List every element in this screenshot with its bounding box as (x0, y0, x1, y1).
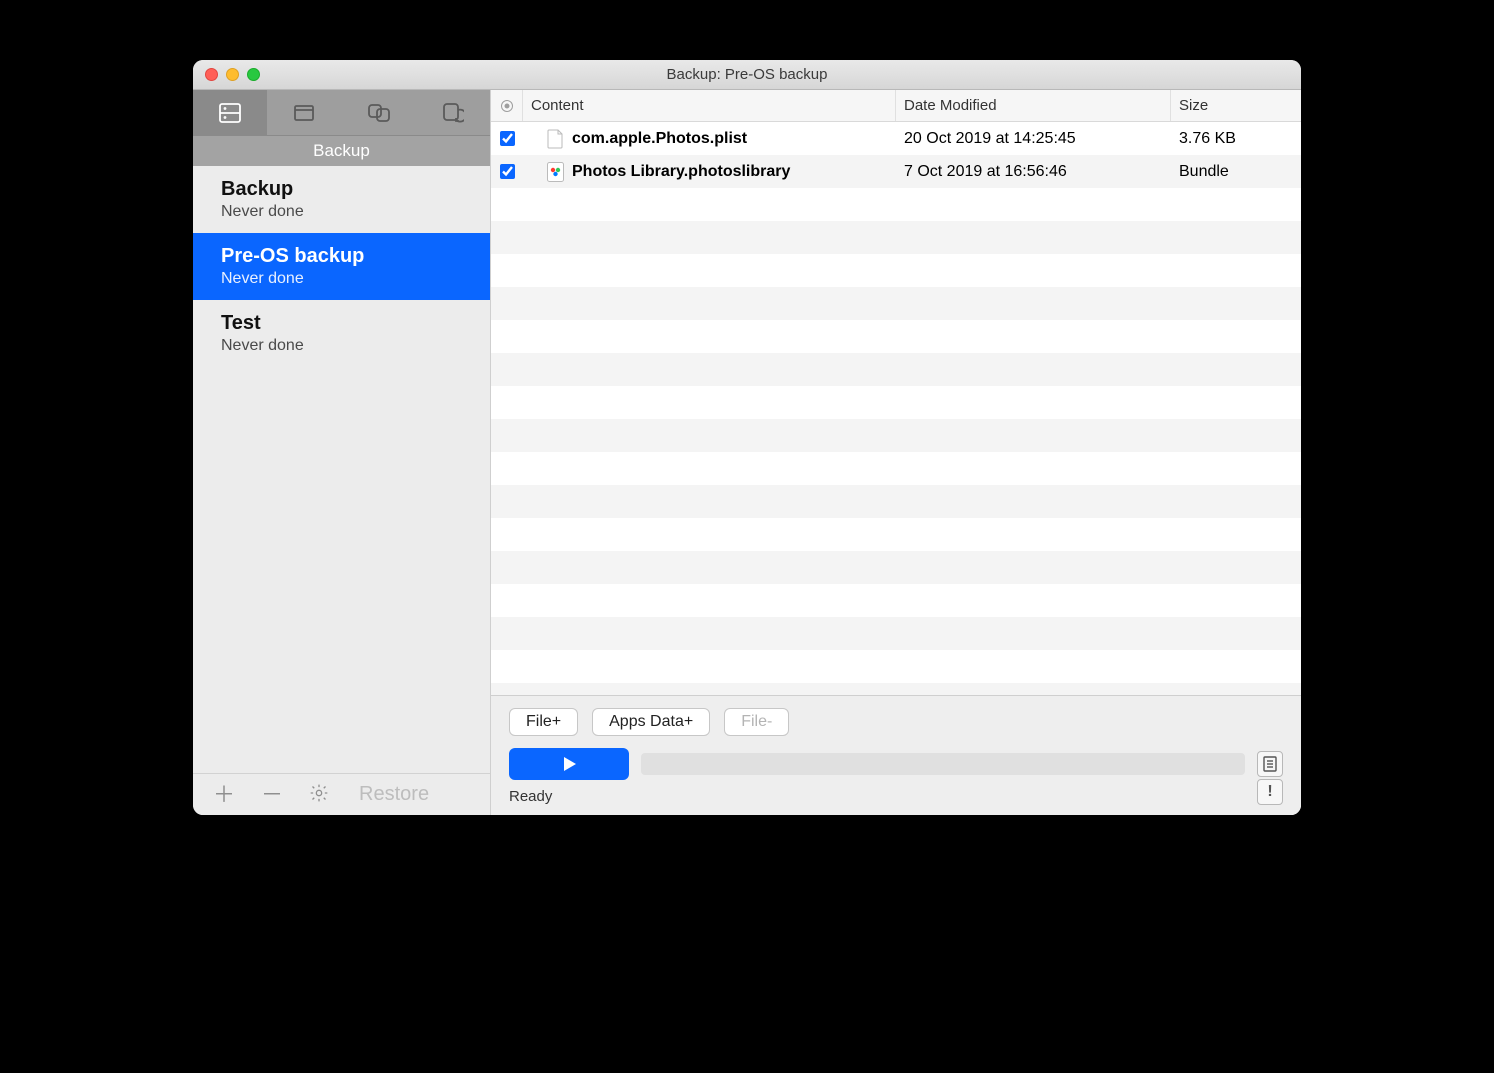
window-title: Backup: Pre-OS backup (193, 66, 1301, 83)
table-row-empty (491, 551, 1301, 584)
file-add-button[interactable]: File+ (509, 708, 578, 736)
radio-header-icon[interactable] (491, 90, 523, 121)
apps-data-button[interactable]: Apps Data+ (592, 708, 710, 736)
settings-icon[interactable] (309, 783, 329, 807)
status-label: Ready (509, 788, 1283, 805)
table-body: com.apple.Photos.plist 20 Oct 2019 at 14:… (491, 122, 1301, 695)
table-row-empty (491, 584, 1301, 617)
file-size: 3.76 KB (1171, 122, 1301, 155)
table-header: Content Date Modified Size (491, 90, 1301, 122)
tab-schedule[interactable] (416, 90, 490, 135)
col-size[interactable]: Size (1171, 90, 1301, 121)
restore-button[interactable]: Restore (359, 783, 429, 806)
table-row-empty (491, 419, 1301, 452)
nav-item-title: Test (221, 312, 468, 335)
table-row-empty (491, 518, 1301, 551)
sidebar-section-label: Backup (193, 136, 490, 166)
table-row-empty (491, 485, 1301, 518)
table-row-empty (491, 386, 1301, 419)
run-button[interactable] (509, 748, 629, 780)
alert-icon[interactable]: ! (1257, 779, 1283, 805)
file-name: com.apple.Photos.plist (572, 130, 747, 148)
row-checkbox[interactable] (500, 164, 515, 179)
table-row-empty (491, 320, 1301, 353)
file-button-row: File+ Apps Data+ File- (509, 708, 1283, 736)
main-panel: Content Date Modified Size com.apple.Pho… (491, 90, 1301, 815)
table-row[interactable]: Photos Library.photoslibrary 7 Oct 2019 a… (491, 155, 1301, 188)
nav-item-subtitle: Never done (221, 270, 468, 288)
tab-sync[interactable] (342, 90, 416, 135)
nav-item-subtitle: Never done (221, 203, 468, 221)
sidebar-footer: ＋ － Restore (193, 773, 490, 815)
nav-item-subtitle: Never done (221, 337, 468, 355)
table-row[interactable]: com.apple.Photos.plist 20 Oct 2019 at 14:… (491, 122, 1301, 155)
file-icon (547, 129, 564, 149)
file-date: 20 Oct 2019 at 14:25:45 (896, 122, 1171, 155)
sidebar-toolbar (193, 90, 490, 136)
nav-item-title: Pre-OS backup (221, 245, 468, 268)
table-row-empty (491, 452, 1301, 485)
file-name: Photos Library.photoslibrary (572, 163, 790, 181)
table-row-empty (491, 254, 1301, 287)
sidebar-item-test[interactable]: Test Never done (193, 300, 490, 367)
table-row-empty (491, 683, 1301, 695)
sidebar: Backup Backup Never done Pre-OS backup Neve… (193, 90, 491, 815)
col-date[interactable]: Date Modified (896, 90, 1171, 121)
log-icon[interactable] (1257, 751, 1283, 777)
table-row-empty (491, 221, 1301, 254)
sidebar-item-backup[interactable]: Backup Never done (193, 166, 490, 233)
col-content[interactable]: Content (523, 90, 896, 121)
remove-button[interactable]: － (261, 784, 283, 806)
table-row-empty (491, 188, 1301, 221)
file-remove-button[interactable]: File- (724, 708, 789, 736)
table-row-empty (491, 353, 1301, 386)
nav-item-title: Backup (221, 178, 468, 201)
titlebar[interactable]: Backup: Pre-OS backup (193, 60, 1301, 90)
sidebar-list: BackupNever donePre-OS backupNever doneT… (193, 166, 490, 773)
file-date: 7 Oct 2019 at 16:56:46 (896, 155, 1171, 188)
run-row (509, 748, 1283, 780)
app-window: Backup: Pre-OS backup Backup Backup Never… (193, 60, 1301, 815)
add-button[interactable]: ＋ (213, 784, 235, 806)
progress-bar (641, 753, 1245, 775)
tab-backups[interactable] (193, 90, 267, 135)
table-row-empty (491, 650, 1301, 683)
table-row-empty (491, 287, 1301, 320)
photos-icon (547, 162, 564, 182)
window-body: Backup Backup Never done Pre-OS backup Neve… (193, 90, 1301, 815)
tab-archives[interactable] (267, 90, 341, 135)
bottom-bar: File+ Apps Data+ File- Ready ! (491, 695, 1301, 815)
table-row-empty (491, 617, 1301, 650)
row-checkbox[interactable] (500, 131, 515, 146)
file-size: Bundle (1171, 155, 1301, 188)
sidebar-item-pre-os-backup[interactable]: Pre-OS backup Never done (193, 233, 490, 300)
